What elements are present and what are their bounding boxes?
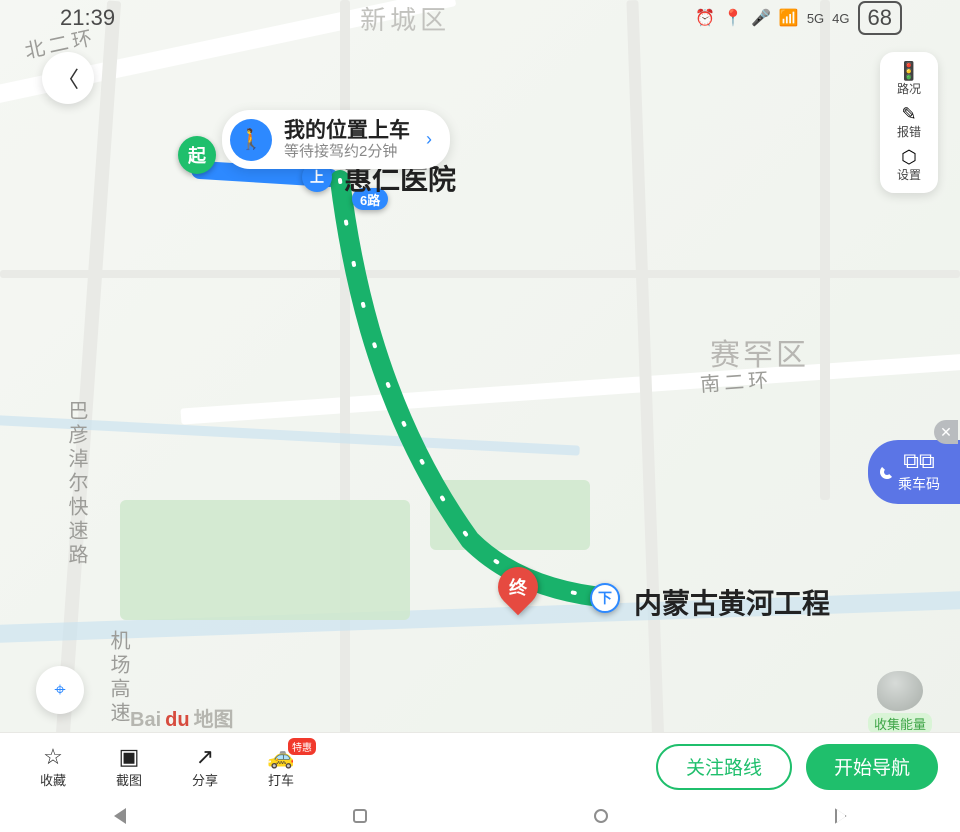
battery-indicator: 68 (858, 1, 902, 35)
report-error-button[interactable]: ✎ 报错 (897, 105, 921, 140)
traffic-toggle[interactable]: 🚦 路况 (897, 62, 921, 97)
star-icon: ☆ (43, 744, 63, 770)
road-label-airport: 机场高速 (104, 630, 133, 726)
settings-label: 设置 (897, 166, 921, 183)
traffic-label: 路况 (897, 80, 921, 97)
qr-icon: ⧉⧉ (903, 450, 934, 472)
location-icon: 📍 (723, 8, 743, 28)
start-navigation-button[interactable]: 开始导航 (806, 744, 938, 790)
signal-4g: 4G (832, 11, 849, 26)
report-label: 报错 (897, 123, 921, 140)
signal-5g: 5G (807, 11, 824, 26)
locate-me-button[interactable]: ⌖ (36, 666, 84, 714)
image-icon: ▣ (119, 744, 140, 770)
marker-alight[interactable]: 下 (590, 583, 620, 613)
edit-icon: ✎ (901, 105, 916, 123)
walk-icon: 🚶 (230, 119, 272, 161)
crosshair-icon: ⌖ (54, 679, 65, 702)
collect-energy-button[interactable]: 收集能量 (868, 671, 932, 734)
close-transit-code[interactable]: ✕ (934, 420, 958, 444)
chevron-left-icon: 〈 (57, 62, 79, 94)
nav-back-icon[interactable] (114, 808, 126, 824)
pickup-callout[interactable]: 🚶 我的位置上车 等待接驾约2分钟 › (222, 110, 450, 169)
traffic-icon: 🚦 (898, 62, 920, 80)
nav-recent-icon[interactable] (594, 809, 608, 823)
energy-label: 收集能量 (868, 713, 932, 734)
follow-route-button[interactable]: 关注路线 (656, 744, 792, 790)
pickup-title: 我的位置上车 (284, 118, 410, 143)
side-panel: 🚦 路况 ✎ 报错 ⬡ 设置 (880, 52, 938, 193)
energy-blob-icon (877, 671, 923, 711)
pickup-subtitle: 等待接驾约2分钟 (284, 143, 410, 161)
screenshot-button[interactable]: ▣ 截图 (98, 744, 160, 789)
status-icons: ⏰ 📍 🎤 📶 5G 4G 68 (695, 1, 902, 35)
mic-icon: 🎤 (751, 8, 771, 28)
status-center: 新城区 (115, 0, 695, 37)
bottom-toolbar: ☆ 收藏 ▣ 截图 ↗ 分享 特惠 🚕 打车 关注路线 开始导航 (0, 732, 960, 800)
share-button[interactable]: ↗ 分享 (174, 744, 236, 789)
marker-start[interactable]: 起 (178, 136, 216, 174)
promo-badge: 特惠 (288, 738, 316, 755)
system-nav-bar (0, 800, 960, 832)
settings-button[interactable]: ⬡ 设置 (897, 148, 921, 183)
transit-code-button[interactable]: ⧉⧉ 乘车码 (868, 440, 960, 504)
favorite-button[interactable]: ☆ 收藏 (22, 744, 84, 789)
status-bar: 21:39 新城区 ⏰ 📍 🎤 📶 5G 4G 68 (0, 0, 960, 36)
nav-home-icon[interactable] (353, 809, 367, 823)
nav-overview-icon[interactable] (835, 808, 847, 824)
chevron-right-icon: › (426, 129, 432, 150)
ride-hailing-button[interactable]: 特惠 🚕 打车 (250, 744, 312, 789)
poi-destination[interactable]: 内蒙古黄河工程 (634, 582, 830, 622)
back-button[interactable]: 〈 (42, 52, 94, 104)
map-watermark: Baidu 地图 (130, 703, 234, 732)
status-time: 21:39 (60, 5, 115, 31)
wifi-icon: 📶 (779, 8, 799, 28)
transit-code-label: 乘车码 (898, 474, 940, 494)
alarm-icon: ⏰ (695, 8, 715, 28)
share-icon: ↗ (196, 744, 214, 770)
hex-settings-icon: ⬡ (901, 148, 917, 166)
